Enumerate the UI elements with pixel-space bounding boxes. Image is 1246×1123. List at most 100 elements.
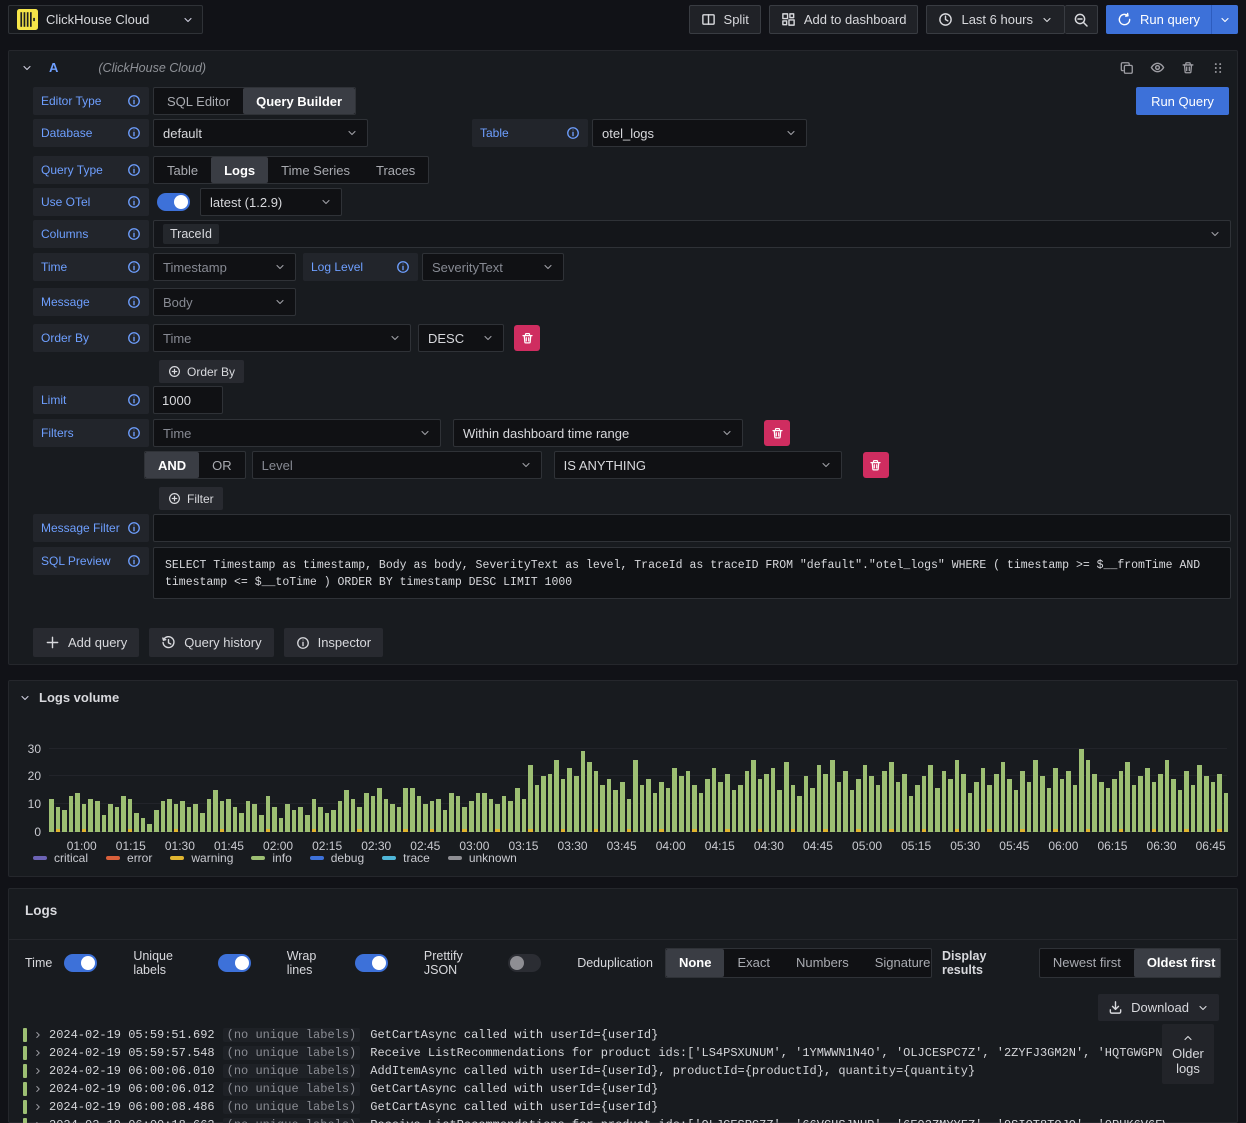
expand-row-icon[interactable] — [33, 1102, 43, 1112]
log-row[interactable]: 2024-02-19 05:59:57.548 (no unique labels… — [23, 1044, 1167, 1062]
prettify-json-toggle[interactable] — [508, 953, 542, 972]
run-query-button[interactable]: Run query — [1106, 5, 1211, 34]
add-filter-button[interactable]: Filter — [159, 487, 223, 510]
volume-bar — [134, 743, 139, 832]
toggle-visibility-icon[interactable] — [1150, 60, 1165, 75]
legend-item-unknown[interactable]: unknown — [447, 851, 517, 865]
expand-row-icon[interactable] — [33, 1066, 43, 1076]
legend-item-error[interactable]: error — [106, 851, 152, 865]
column-chip[interactable]: TraceId — [163, 224, 219, 244]
remove-condition-button[interactable] — [862, 452, 889, 478]
volume-bar — [154, 743, 159, 832]
info-icon — [127, 163, 141, 177]
wrap-lines-toggle[interactable] — [354, 953, 388, 972]
editor-type-query-builder[interactable]: Query Builder — [243, 88, 356, 114]
add-order-by-button[interactable]: Order By — [159, 360, 245, 383]
filter-field-select[interactable]: Time — [153, 419, 441, 447]
older-logs-button[interactable]: Older logs — [1162, 1024, 1214, 1084]
filter-condition-operator-select[interactable]: IS ANYTHING — [553, 451, 842, 479]
legend-item-debug[interactable]: debug — [309, 851, 364, 865]
legend-item-critical[interactable]: critical — [33, 851, 88, 865]
time-toggle[interactable] — [64, 953, 98, 972]
log-row[interactable]: 2024-02-19 05:59:51.692 (no unique labels… — [23, 1026, 1167, 1044]
columns-multiselect[interactable]: TraceId — [153, 220, 1231, 248]
legend-item-warning[interactable]: warning — [170, 851, 233, 865]
order-by-direction-select[interactable]: DESC — [418, 324, 504, 352]
logs-body: Download 2024-02-19 05:59:51.692 (no uniq… — [9, 985, 1237, 1123]
database-select[interactable]: default — [153, 119, 368, 147]
order-by-field-select[interactable]: Time — [153, 324, 411, 352]
collapse-query-icon[interactable] — [21, 62, 33, 74]
expand-row-icon[interactable] — [33, 1084, 43, 1094]
query-type-traces[interactable]: Traces — [363, 157, 428, 183]
logs-volume-title: Logs volume — [39, 690, 120, 705]
duplicate-query-icon[interactable] — [1120, 61, 1134, 75]
volume-bar — [1131, 743, 1137, 832]
download-button[interactable]: Download — [1098, 994, 1219, 1021]
log-labels-badge: (no unique labels) — [222, 1028, 361, 1042]
drag-handle-icon[interactable] — [1211, 61, 1225, 75]
log-row[interactable]: 2024-02-19 06:00:18.663 (no unique labels… — [23, 1116, 1167, 1123]
remove-order-by-button[interactable] — [514, 325, 540, 351]
delete-query-icon[interactable] — [1181, 61, 1195, 75]
filter-condition-field-select[interactable]: Level — [251, 451, 542, 479]
legend-item-trace[interactable]: trace — [382, 851, 430, 865]
datasource-picker[interactable]: ClickHouse Cloud — [8, 5, 203, 34]
remove-filter-button[interactable] — [764, 420, 790, 446]
display-oldest-first[interactable]: Oldest first — [1133, 948, 1220, 977]
time-column-select[interactable]: Timestamp — [153, 253, 296, 281]
query-type-table[interactable]: Table — [154, 157, 211, 183]
volume-bar — [961, 743, 966, 832]
expand-row-icon[interactable] — [33, 1048, 43, 1058]
deduplication-label: Deduplication — [577, 955, 653, 970]
log-level-select[interactable]: SeverityText — [422, 253, 564, 281]
display-newest-first[interactable]: Newest first — [1040, 949, 1134, 977]
editor-type-sql-editor[interactable]: SQL Editor — [154, 88, 243, 114]
dedup-none[interactable]: None — [665, 948, 725, 977]
logs-volume-header[interactable]: Logs volume — [19, 690, 119, 705]
dedup-exact[interactable]: Exact — [724, 949, 783, 977]
unique-labels-toggle[interactable] — [217, 953, 251, 972]
logs-volume-chart[interactable]: 0 10 20 30 01:00 01:15 01:30 01:45 02:00 02:15 02:… — [28, 742, 1229, 853]
volume-bar — [875, 743, 881, 832]
inspector-button[interactable]: Inspector — [283, 628, 384, 657]
add-to-dashboard-button[interactable]: Add to dashboard — [768, 5, 919, 34]
split-button[interactable]: Split — [688, 5, 761, 34]
query-type-time-series[interactable]: Time Series — [268, 157, 363, 183]
limit-input[interactable] — [153, 386, 223, 414]
volume-bar — [803, 743, 809, 832]
editor-run-query-button[interactable]: Run Query — [1136, 87, 1229, 115]
add-query-button[interactable]: Add query — [33, 628, 140, 657]
otel-version-select[interactable]: latest (1.2.9) — [200, 188, 342, 216]
legend-label: error — [127, 851, 153, 865]
conjunction-and[interactable]: AND — [145, 452, 200, 478]
log-row[interactable]: 2024-02-19 06:00:06.010 (no unique labels… — [23, 1062, 1167, 1080]
explore-page: ClickHouse Cloud Split Add to dashboard … — [0, 0, 1246, 1123]
query-history-button[interactable]: Query history — [149, 628, 274, 657]
time-range-label: Last 6 hours — [961, 12, 1034, 27]
volume-bar — [948, 743, 953, 832]
info-icon — [127, 295, 141, 309]
time-range-picker[interactable]: Last 6 hours — [926, 5, 1066, 34]
query-datasource-hint: (ClickHouse Cloud) — [98, 60, 207, 75]
filter-operator-select[interactable]: Within dashboard time range — [453, 419, 743, 447]
query-type-logs[interactable]: Logs — [211, 157, 269, 183]
chevron-down-icon — [482, 332, 494, 344]
dedup-signature[interactable]: Signature — [862, 949, 931, 977]
message-filter-input[interactable] — [153, 514, 1231, 542]
log-level-indicator — [23, 1082, 27, 1096]
expand-row-icon[interactable] — [33, 1030, 43, 1040]
dedup-numbers[interactable]: Numbers — [783, 949, 862, 977]
logs-panel: Logs Time Unique labels Wrap lines Prett… — [8, 888, 1238, 1123]
plus-circle-icon — [168, 492, 181, 505]
run-query-dropdown[interactable] — [1211, 5, 1238, 34]
zoom-out-button[interactable] — [1065, 5, 1099, 34]
table-select[interactable]: otel_logs — [592, 119, 807, 147]
legend-item-info[interactable]: info — [251, 851, 292, 865]
log-row[interactable]: 2024-02-19 06:00:06.012 (no unique labels… — [23, 1080, 1167, 1098]
log-message: GetCartAsync called with userId={userId} — [370, 1100, 659, 1114]
conjunction-or[interactable]: OR — [199, 452, 245, 478]
message-column-select[interactable]: Body — [153, 288, 296, 316]
log-row[interactable]: 2024-02-19 06:00:08.486 (no unique labels… — [23, 1098, 1167, 1116]
use-otel-toggle[interactable] — [157, 193, 190, 211]
